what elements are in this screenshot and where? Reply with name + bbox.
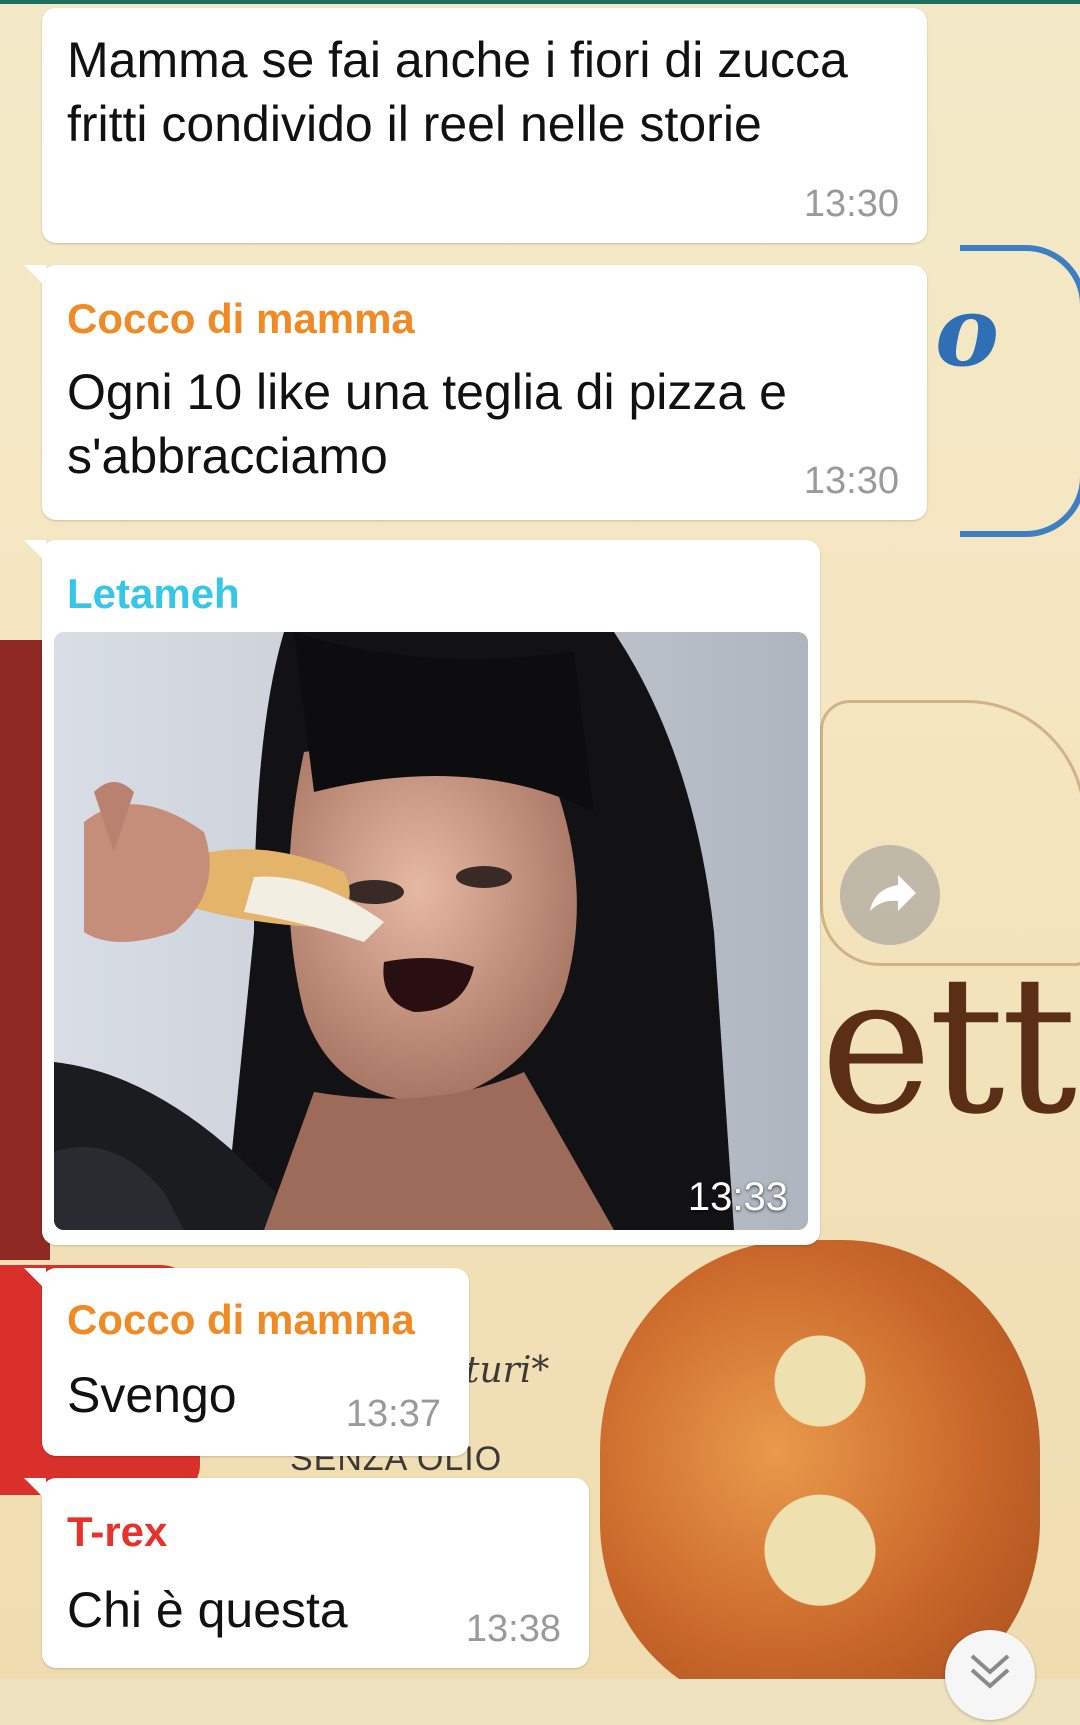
message-time: 13:30: [803, 460, 899, 502]
message-bubble[interactable]: Letameh 13:33: [24, 540, 820, 1245]
message-time: 13:30: [803, 183, 899, 225]
photo-woman-eating-pizza: [54, 632, 808, 1230]
sender-name: Letameh: [67, 570, 240, 617]
wallpaper-brand-text: etti: [820, 935, 1080, 1156]
status-divider: [0, 0, 1080, 4]
sender-name: T-rex: [67, 1508, 168, 1555]
forward-button[interactable]: [840, 845, 940, 945]
bubble-tail: [24, 540, 46, 562]
forward-arrow-icon: [870, 875, 916, 911]
sender-name: Cocco di mamma: [67, 1296, 415, 1343]
wallpaper-logo-letter: o: [935, 275, 1000, 388]
message-bubble[interactable]: Mamma se fai anche i fiori di zucca frit…: [42, 8, 927, 243]
message-bubble[interactable]: T-rex Chi è questa 13:38: [24, 1478, 589, 1668]
message-time: 13:37: [345, 1393, 441, 1435]
bubble-tail: [24, 1268, 46, 1290]
sender-name: Cocco di mamma: [67, 295, 415, 342]
message-text: Chi è questa: [67, 1582, 348, 1638]
message-text: Ogni 10 like una teglia di pizza e s'abb…: [67, 364, 787, 484]
message-photo[interactable]: 13:33: [54, 632, 808, 1230]
message-time: 13:38: [465, 1608, 561, 1650]
bubble-tail: [24, 1478, 46, 1500]
scroll-down-button[interactable]: [945, 1630, 1035, 1720]
message-bubble[interactable]: Cocco di mamma Ogni 10 like una teglia d…: [24, 265, 927, 520]
message-text: Svengo: [67, 1367, 237, 1423]
message-time: 13:33: [687, 1175, 788, 1219]
message-bubble[interactable]: Cocco di mamma Svengo 13:37: [24, 1268, 469, 1456]
wallpaper-cookie: [600, 1240, 1040, 1679]
wallpaper-tagline: turi*: [465, 1350, 550, 1391]
message-text: Mamma se fai anche i fiori di zucca frit…: [67, 32, 848, 152]
bubble-tail: [24, 265, 46, 287]
chevron-down-icon: [970, 1654, 1010, 1689]
